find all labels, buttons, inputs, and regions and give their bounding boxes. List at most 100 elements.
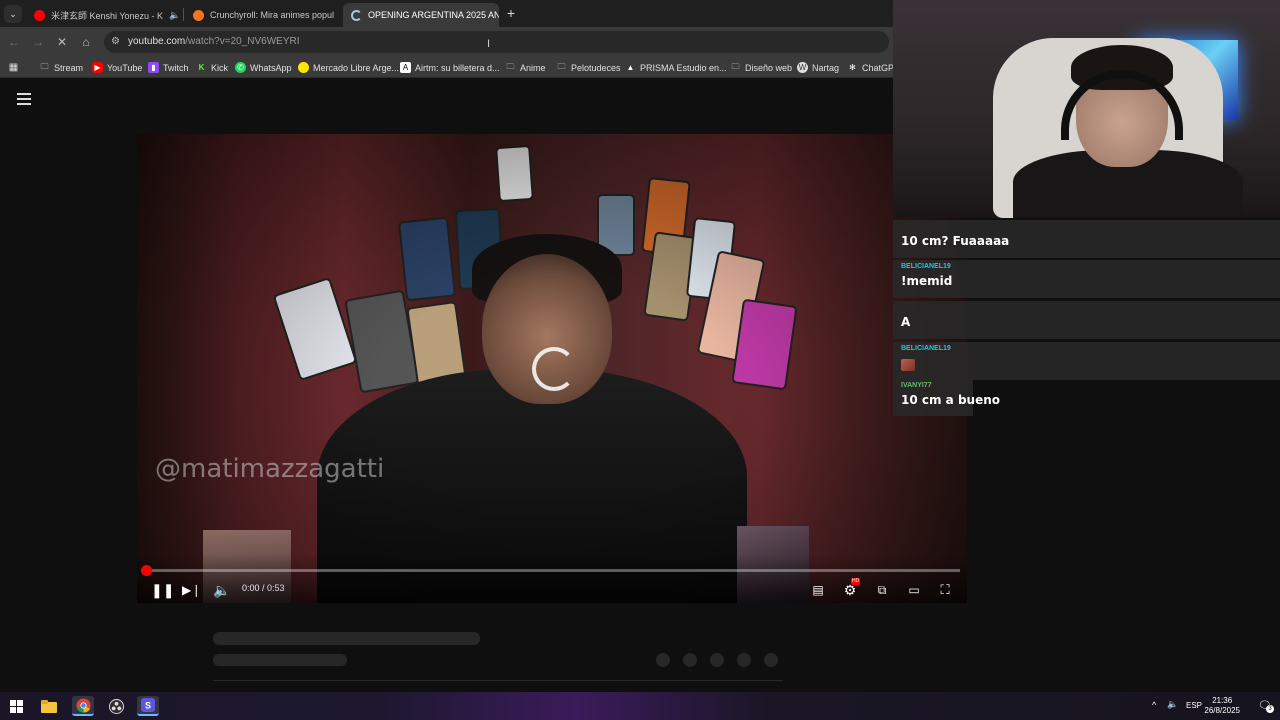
- bookmark-pelotudeces[interactable]: 🗀 Pelotudeces: [556, 60, 621, 75]
- chevron-up-icon[interactable]: ^: [1152, 700, 1156, 710]
- hd-badge: HD: [851, 578, 861, 585]
- text-cursor-icon: I: [487, 38, 491, 50]
- chat-emote-icon: [901, 359, 915, 371]
- current-time: 0:00: [242, 583, 260, 593]
- tab-strip: ⌄ 米津玄師 Kenshi Yonezu - K 🔈 ✕ Crunchyroll…: [0, 0, 893, 27]
- close-tab-icon[interactable]: ✕: [180, 10, 182, 21]
- windows-taskbar: S ^ 🔈 ESP 21:36 26/8/2025 🗨 3: [0, 692, 1280, 720]
- language-indicator[interactable]: ESP: [1186, 701, 1202, 710]
- duration: 0:53: [267, 583, 285, 593]
- volume-icon[interactable]: 🔈: [213, 579, 231, 601]
- wordpress-icon: W: [797, 62, 808, 73]
- actions-skeleton: [656, 653, 778, 667]
- folder-icon: 🗀: [506, 61, 515, 71]
- fullscreen-icon[interactable]: ⛶: [935, 579, 955, 601]
- bookmark-anime[interactable]: 🗀 Anime: [505, 60, 546, 75]
- twitch-icon: ▮: [148, 62, 159, 73]
- crunchyroll-favicon-icon: [193, 9, 204, 21]
- system-clock[interactable]: 21:36 26/8/2025: [1204, 696, 1240, 716]
- chat-username: BELICIANEL19: [901, 345, 951, 352]
- bookmark-diseno-web[interactable]: 🗀 Diseño web: [730, 60, 793, 75]
- svg-text:S: S: [145, 701, 151, 711]
- progress-bar[interactable]: [141, 565, 960, 576]
- folder-icon: 🗀: [40, 61, 49, 71]
- chat-message: BELICIANEL19 !memid: [893, 260, 1280, 298]
- stream-chat: 10 cm? Fuaaaaa BELICIANEL19 !memid A BEL…: [893, 218, 1280, 418]
- bookmark-airtm[interactable]: A Airtm: su billetera d...: [400, 60, 500, 75]
- back-arrow-icon[interactable]: ←: [6, 34, 22, 50]
- clock-date: 26/8/2025: [1204, 706, 1240, 715]
- skeleton-dot: [764, 653, 778, 667]
- tab-kenshi-yonezu[interactable]: 米津玄師 Kenshi Yonezu - K 🔈 ✕: [26, 3, 182, 27]
- bookmark-prisma[interactable]: ▲ PRISMA Estudio en...: [625, 60, 727, 75]
- video-player[interactable]: @matimazzagatti ❚❚ ▶❘ 🔈 0:00 / 0:53 ▤ ⚙ H…: [137, 134, 967, 603]
- obs-icon[interactable]: [105, 696, 127, 716]
- bookmark-kick[interactable]: K Kick: [196, 60, 228, 75]
- chat-username: BELICIANEL19: [901, 263, 951, 270]
- site-info-icon[interactable]: ⚙: [111, 31, 120, 53]
- title-skeleton: [213, 632, 480, 645]
- folder-icon: 🗀: [557, 61, 566, 71]
- bookmark-youtube[interactable]: ▶ YouTube: [92, 60, 142, 75]
- new-tab-icon[interactable]: +: [503, 5, 519, 21]
- apps-grid-icon[interactable]: ▦: [8, 60, 23, 75]
- speaker-icon[interactable]: 🔈: [169, 10, 180, 21]
- notification-count: 3: [1266, 705, 1274, 713]
- video-watermark: @matimazzagatti: [155, 454, 385, 484]
- theater-mode-icon[interactable]: ▭: [904, 579, 924, 601]
- chat-message: 10 cm? Fuaaaaa: [893, 220, 1280, 258]
- prisma-icon: ▲: [626, 63, 635, 72]
- chatgpt-icon: ✻: [849, 63, 856, 72]
- home-icon[interactable]: ⌂: [78, 34, 94, 50]
- tab-title: Crunchyroll: Mira animes popul: [210, 10, 335, 20]
- chat-message: A: [893, 301, 1280, 339]
- whatsapp-icon: ✆: [235, 62, 246, 73]
- streamlabs-icon[interactable]: S: [137, 696, 159, 716]
- player-controls: ❚❚ ▶❘ 🔈 0:00 / 0:53 ▤ ⚙ HD ⧉ ▭ ⛶: [137, 554, 967, 603]
- settings-gear-icon[interactable]: ⚙ HD: [840, 578, 861, 601]
- file-explorer-icon[interactable]: [38, 696, 60, 716]
- folder-icon: 🗀: [731, 61, 740, 71]
- youtube-favicon-icon: [34, 9, 45, 21]
- skeleton-dot: [710, 653, 724, 667]
- address-path: /watch?v=20_NV6WEYRI: [185, 36, 300, 47]
- system-tray: ^ 🔈 ESP 21:36 26/8/2025 🗨 3: [1140, 692, 1280, 720]
- next-icon[interactable]: ▶❘: [182, 579, 201, 601]
- stop-loading-icon[interactable]: ✕: [54, 34, 70, 50]
- bookmark-mercadolibre[interactable]: Mercado Libre Arge...: [298, 60, 399, 75]
- close-tab-icon[interactable]: ✕: [334, 10, 341, 21]
- chat-username: IVANYI77: [901, 382, 932, 389]
- bookmark-chatgpt[interactable]: ✻ ChatGPT: [847, 60, 899, 75]
- chat-text: 10 cm? Fuaaaaa: [901, 234, 1010, 248]
- bookmark-nartag[interactable]: W Nartag: [797, 60, 839, 75]
- bookmarks-bar: ▦ 🗀 Stream ▶ YouTube ▮ Twitch K Kick ✆ WhatsA…: [0, 57, 900, 78]
- webcam-overlay: [893, 0, 1280, 218]
- chrome-icon[interactable]: [72, 696, 94, 716]
- loading-spinner-icon: [532, 347, 576, 391]
- tab-crunchyroll[interactable]: Crunchyroll: Mira animes popul ✕: [185, 3, 341, 27]
- skeleton-dot: [737, 653, 751, 667]
- skeleton-dot: [656, 653, 670, 667]
- chat-message: BELICIANEL19: [893, 342, 1280, 380]
- bookmark-stream[interactable]: 🗀 Stream: [39, 60, 84, 75]
- subtitles-icon[interactable]: ▤: [808, 579, 828, 601]
- volume-tray-icon[interactable]: 🔈: [1167, 699, 1178, 710]
- bookmark-whatsapp[interactable]: ✆ WhatsApp: [235, 60, 292, 75]
- chat-text: A: [901, 315, 911, 329]
- tab-search-button[interactable]: ⌄: [4, 5, 22, 23]
- bookmark-twitch[interactable]: ▮ Twitch: [148, 60, 189, 75]
- chat-message: IVANYI77 10 cm a bueno: [893, 379, 1000, 416]
- airtm-icon: A: [400, 62, 411, 73]
- address-bar[interactable]: ⚙ youtube.com/watch?v=20_NV6WEYRI: [104, 31, 889, 53]
- forward-arrow-icon[interactable]: →: [30, 34, 46, 50]
- miniplayer-icon[interactable]: ⧉: [872, 579, 892, 601]
- tab-opening-argentina[interactable]: OPENING ARGENTINA 2025 AN ✕: [343, 3, 499, 27]
- youtube-icon: ▶: [92, 62, 103, 73]
- pause-icon[interactable]: ❚❚: [151, 579, 174, 601]
- skeleton-dot: [683, 653, 697, 667]
- windows-start-icon[interactable]: [5, 696, 27, 716]
- scrubber-handle[interactable]: [141, 565, 152, 576]
- time-display: 0:00 / 0:53: [242, 583, 285, 593]
- kick-icon: K: [198, 63, 205, 72]
- menu-icon[interactable]: [17, 93, 31, 105]
